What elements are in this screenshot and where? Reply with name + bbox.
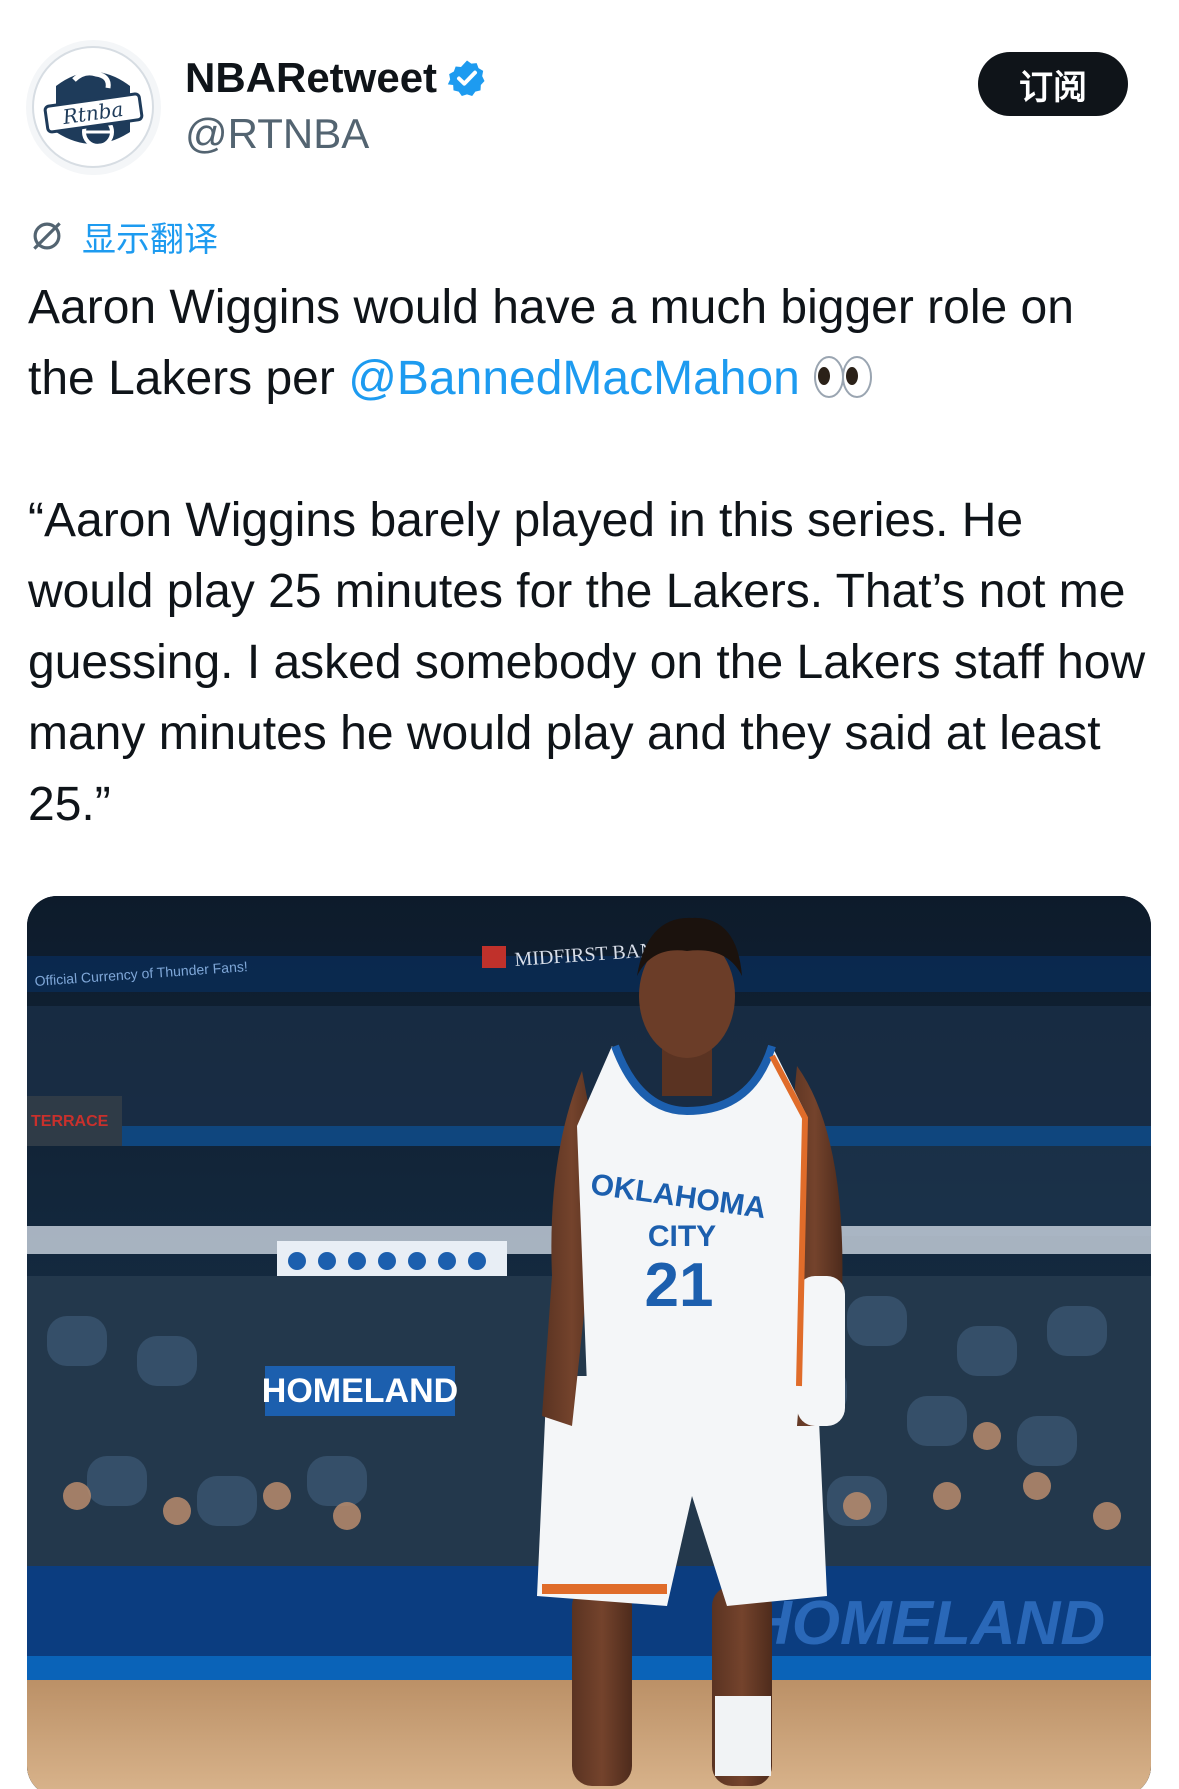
tweet-text: Aaron Wiggins would have a much bigger r…	[28, 272, 1158, 840]
translate-icon	[33, 222, 61, 250]
verified-badge-icon	[447, 60, 485, 96]
subscribe-button[interactable]: 订阅	[978, 52, 1128, 116]
tweet-line-1: Aaron Wiggins would have a much bigger r…	[28, 281, 1074, 334]
courtside-homeland: HOMELAND	[747, 1589, 1105, 1658]
handle[interactable]: @RTNBA	[185, 108, 369, 160]
jersey-number: 21	[645, 1251, 714, 1320]
homeland-sign: HOMELAND	[262, 1372, 458, 1410]
terrace-sign: TERRACE	[31, 1113, 109, 1130]
display-name-text: NBARetweet	[185, 54, 438, 101]
mention-link[interactable]: @BannedMacMahon	[348, 352, 800, 405]
avatar[interactable]: Rtnba	[26, 40, 161, 175]
photo-illustration: Official Currency of Thunder Fans! MIDFI…	[27, 896, 1151, 1789]
translate-link[interactable]: 显示翻译	[28, 212, 218, 260]
translate-label: 显示翻译	[82, 219, 218, 260]
tweet-line-2: the Lakers per @BannedMacMahon	[28, 343, 1158, 414]
rtnba-logo-icon: Rtnba	[32, 46, 154, 168]
tweet-quote: “Aaron Wiggins barely played in this ser…	[28, 494, 1146, 831]
eyes-emoji-icon	[813, 356, 872, 398]
tweet-photo[interactable]: Official Currency of Thunder Fans! MIDFI…	[27, 896, 1151, 1789]
display-name[interactable]: NBARetweet	[185, 52, 487, 104]
tweet-line-2-prefix: the Lakers per	[28, 352, 349, 405]
jersey-city-bottom: CITY	[648, 1220, 716, 1253]
